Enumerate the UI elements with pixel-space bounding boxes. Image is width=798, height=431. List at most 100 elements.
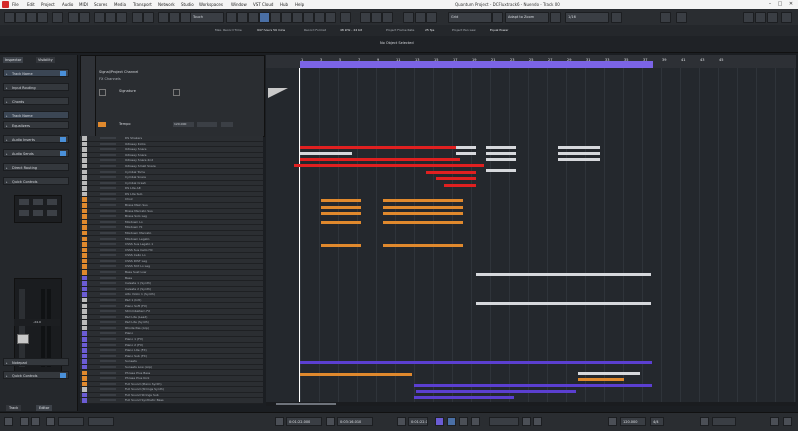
track-name[interactable]: Mixdown Hi [125,225,142,229]
event-part[interactable] [300,373,412,376]
event-part[interactable] [321,199,361,202]
event-part[interactable] [476,302,651,305]
menu-midi[interactable]: MIDI [79,2,88,7]
solo-button[interactable] [33,199,43,205]
draw-tool[interactable] [259,12,270,23]
menu-file[interactable]: File [12,2,19,7]
track-controls[interactable] [100,198,116,201]
click-button[interactable] [608,417,617,426]
edit-channel-button[interactable] [47,210,57,216]
record-mode-button[interactable] [46,417,55,426]
play-tool[interactable] [325,12,336,23]
inspector-notepad[interactable]: ▸ Notepad [3,358,69,366]
track-name[interactable]: Full Sound Strings Sub [125,393,159,397]
track-name[interactable]: Celeste 2 (Synth) [125,287,151,291]
comp-tool[interactable] [303,12,314,23]
track-name[interactable]: Odissey Kicks [125,142,146,146]
record-button[interactable] [471,417,480,426]
transport-forward-button[interactable] [169,12,180,23]
cycle-record-select[interactable] [88,417,114,426]
solo-all-button[interactable] [79,12,90,23]
inspector-input-routing[interactable]: ▸ Input Routing [3,83,69,91]
automation-mode-select[interactable]: Touch [190,12,224,23]
suspend-autoscroll-button[interactable] [143,12,154,23]
menu-media[interactable]: Media [114,2,126,7]
menu-window[interactable]: Window [231,2,247,7]
quantize-on-button[interactable] [550,12,561,23]
play-button[interactable] [459,417,468,426]
track-name[interactable]: Pad Lite (Lead) [125,315,147,319]
track-controls[interactable] [100,287,116,290]
grid-type-button[interactable] [492,12,503,23]
nudge-left-button[interactable] [360,12,371,23]
horizontal-scrollbar[interactable] [266,402,796,406]
track-name[interactable]: Pad 1 (Intl) [125,298,141,302]
track-name[interactable]: Mixdown Legato [125,237,149,241]
inspector-quick-controls-2[interactable]: ▸ Quick Controls [3,371,69,379]
track-controls[interactable] [100,271,116,273]
track-controls[interactable] [100,349,116,352]
event-part[interactable] [300,361,652,364]
punch-out-button[interactable] [31,417,40,426]
track-name[interactable]: Piano Soft (FX) [125,304,147,308]
cycle-range[interactable] [300,61,653,68]
info-frame-rate-value[interactable]: 25 fps [425,27,434,34]
event-part[interactable] [444,184,476,187]
track-name[interactable]: Celeste 1 (Synth) [125,281,151,285]
right-zone-button[interactable] [37,12,48,23]
track-controls[interactable] [100,248,116,251]
object-select-tool[interactable] [226,12,237,23]
position-field[interactable]: 0:01:22.000 [408,417,428,426]
inspector-quick-controls[interactable]: ▸ Quick Controls [3,177,69,185]
menu-vst-cloud[interactable]: VST Cloud [253,2,273,7]
event-part[interactable] [300,146,474,149]
go-to-start-button[interactable] [397,417,406,426]
track-name[interactable]: Phrase Plus Bass [125,371,150,375]
track-name[interactable]: Full Sound (Piano Synth) [125,382,162,386]
track-name[interactable]: Piano Lite (FX) [125,348,147,352]
event-part[interactable] [436,177,476,180]
menu-project[interactable]: Project [41,2,55,7]
track-controls[interactable] [100,388,116,391]
cycle-on-button[interactable] [435,417,444,426]
nudge-right-button[interactable] [371,12,382,23]
track-name[interactable]: Cymbal Toms [125,170,145,174]
track-name[interactable]: Brass Marcato Sus [125,209,153,213]
nudge-up-button[interactable] [382,12,393,23]
menu-audio[interactable]: Audio [62,2,73,7]
track-row[interactable]: Full Sound Synthetic Bass [80,398,263,404]
track-name[interactable]: Piano [125,331,133,335]
inspector-equalizers[interactable]: ▸ Equalizers [3,121,69,129]
event-part[interactable] [383,221,463,224]
track-controls[interactable] [100,298,116,301]
minimize-icon[interactable]: – [766,1,774,8]
left-locator-button[interactable] [275,417,284,426]
track-controls[interactable] [100,304,116,307]
event-part[interactable] [321,212,361,215]
event-part[interactable] [414,396,514,399]
punch-in-button[interactable] [20,417,29,426]
track-controls[interactable] [100,354,116,357]
event-part[interactable] [558,152,600,155]
media-bay-button[interactable] [755,12,766,23]
tempo-mode-field[interactable] [197,122,217,127]
listen-channel-button[interactable] [47,199,57,205]
track-name[interactable]: Brass Main Sus [125,203,148,207]
track-name[interactable]: Odissey Snare [125,147,146,151]
quick-controls-on-button[interactable] [60,373,66,378]
track-controls[interactable] [100,164,116,167]
snap-magnet-button[interactable] [415,12,426,23]
track-controls[interactable] [100,293,116,296]
track-name[interactable]: Brass Solo Leg [125,214,147,218]
info-pan-law-value[interactable]: Equal Power [490,27,508,34]
color-tool[interactable] [340,12,351,23]
grid-type-select[interactable]: Adapt to Zoom [505,12,549,23]
event-part[interactable] [294,164,484,167]
menu-studio[interactable]: Studio [181,2,194,7]
track-name[interactable]: Mixdown Lo [125,220,143,224]
inspector-toggle-button[interactable] [4,12,15,23]
track-controls[interactable] [100,360,116,363]
quantize-apply-button[interactable] [611,12,622,23]
snap-grid-button[interactable] [426,12,437,23]
split-tool[interactable] [248,12,259,23]
